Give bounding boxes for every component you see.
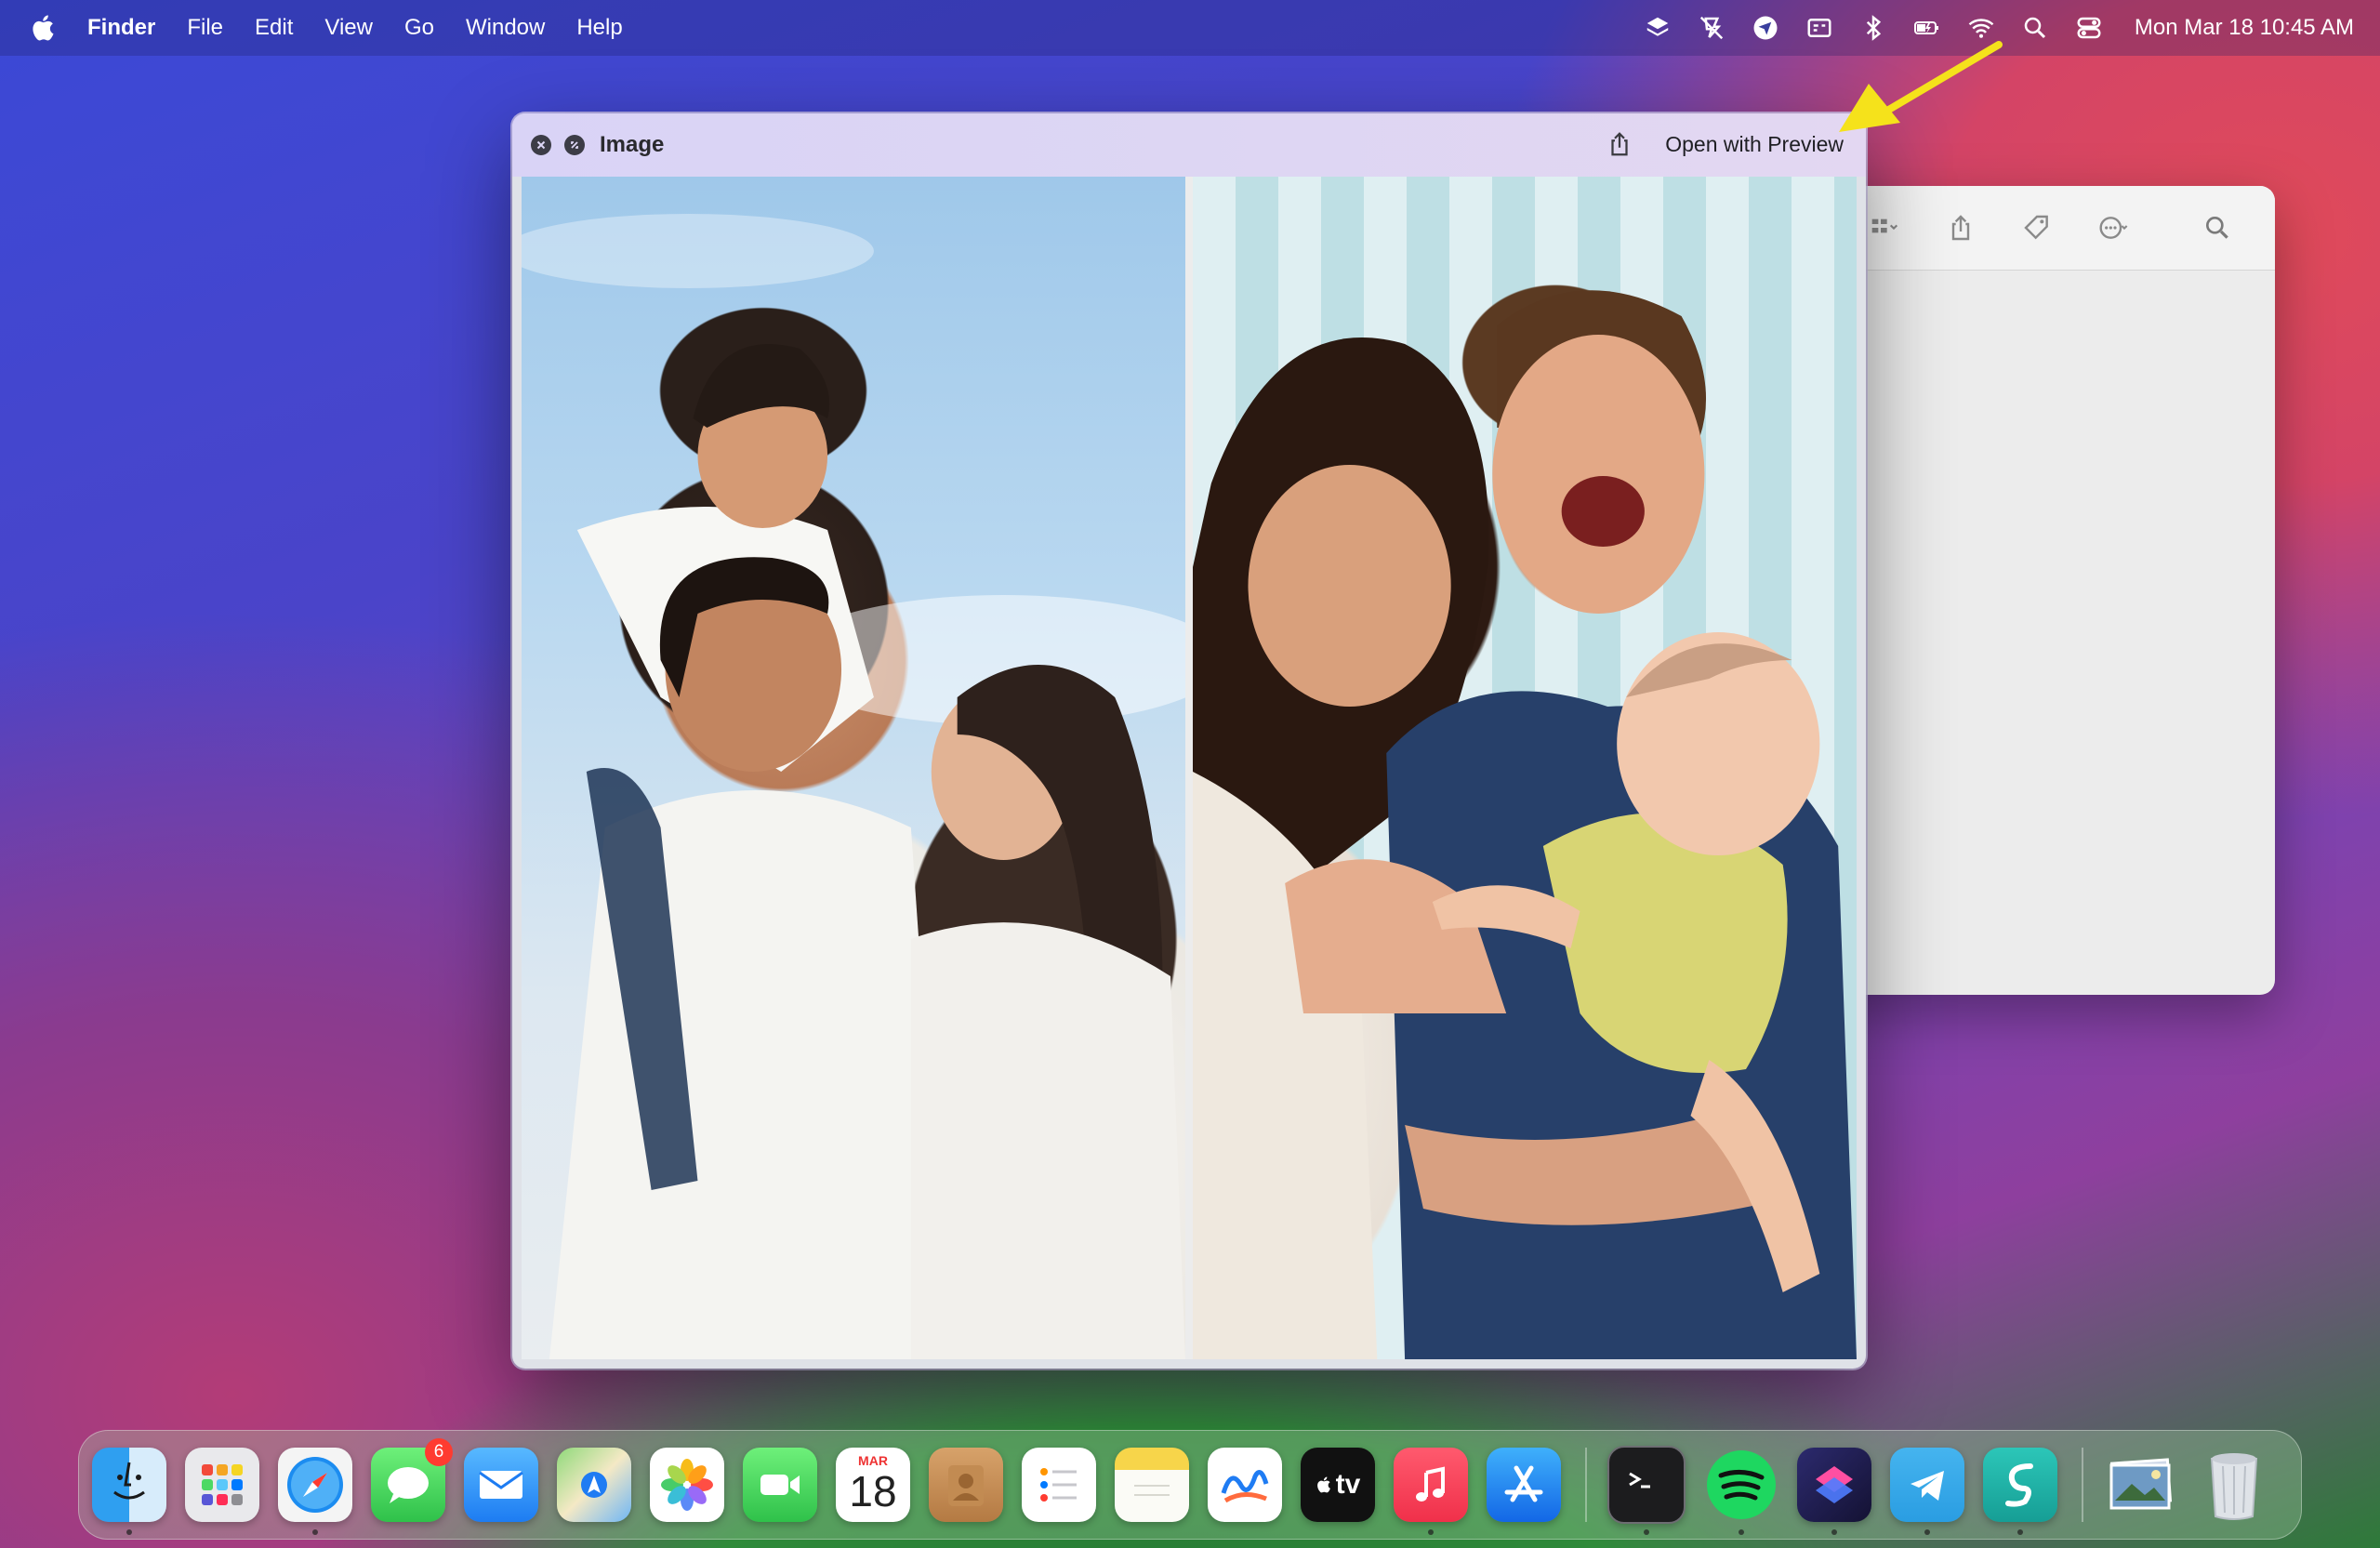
menu-go[interactable]: Go [404, 15, 434, 41]
photos-icon [661, 1459, 713, 1511]
dock-contacts[interactable] [929, 1448, 1003, 1522]
reminders-icon [1040, 1468, 1077, 1502]
dock-trash[interactable] [2197, 1448, 2271, 1522]
contacts-icon [948, 1465, 984, 1506]
grid-view-icon[interactable] [1869, 212, 1900, 244]
dock: 6 MAR 18 tv [78, 1430, 2302, 1540]
calendar-day: 18 [849, 1467, 897, 1515]
facetime-icon [760, 1475, 800, 1495]
dock-freeform[interactable] [1208, 1448, 1282, 1522]
dock-spotify[interactable] [1704, 1448, 1778, 1535]
menu-bar: Finder File Edit View Go Window Help Mon… [0, 0, 2380, 56]
freeform-icon [1221, 1470, 1269, 1503]
quick-look-titlebar: Image Open with Preview [512, 113, 1866, 177]
dock-messages[interactable]: 6 [371, 1438, 453, 1522]
surfshark-icon [2005, 1463, 2033, 1507]
image-stack-icon [2109, 1458, 2173, 1510]
apple-menu-icon[interactable] [30, 13, 60, 43]
safari-icon [287, 1457, 343, 1513]
running-indicator [2017, 1529, 2023, 1535]
shortcuts-icon [1816, 1466, 1853, 1503]
disabled-app-icon[interactable] [1696, 12, 1727, 44]
menu-help[interactable]: Help [576, 15, 622, 41]
running-indicator [1739, 1529, 1744, 1535]
full-screen-button[interactable] [564, 135, 585, 155]
open-with-preview-button[interactable]: Open with Preview [1661, 128, 1847, 161]
app-store-icon [1504, 1465, 1543, 1502]
menu-clock[interactable]: Mon Mar 18 10:45 AM [2135, 15, 2354, 41]
family-photo-left [522, 177, 1185, 1359]
menu-window[interactable]: Window [466, 15, 545, 41]
menu-file[interactable]: File [187, 15, 223, 41]
trash-icon [2210, 1453, 2258, 1520]
running-indicator [312, 1529, 318, 1535]
dock-shortcuts[interactable] [1797, 1448, 1871, 1535]
launchpad-icon [202, 1464, 243, 1505]
dock-separator [1585, 1448, 1587, 1522]
close-icon [536, 140, 546, 150]
music-icon [1416, 1466, 1445, 1502]
dock-surfshark[interactable] [1983, 1448, 2057, 1535]
menu-app-name[interactable]: Finder [87, 15, 155, 41]
menu-view[interactable]: View [324, 15, 373, 41]
dock-maps[interactable] [557, 1448, 631, 1522]
control-center-icon[interactable] [2073, 12, 2105, 44]
dock-telegram[interactable] [1890, 1448, 1964, 1535]
close-button[interactable] [531, 135, 551, 155]
dock-safari[interactable] [278, 1448, 352, 1535]
layers-icon[interactable] [1642, 12, 1673, 44]
dock-photos[interactable] [650, 1448, 724, 1522]
notes-icon [1134, 1485, 1170, 1496]
dock-finder[interactable] [92, 1448, 166, 1535]
share-icon[interactable] [1606, 130, 1633, 158]
quick-look-window[interactable]: Image Open with Preview [512, 113, 1866, 1369]
spotify-icon [1707, 1450, 1776, 1519]
dock-separator [2082, 1448, 2083, 1522]
menu-edit[interactable]: Edit [255, 15, 293, 41]
telegram-icon [1911, 1471, 1944, 1501]
running-indicator [1428, 1529, 1434, 1535]
dock-notes[interactable] [1115, 1448, 1189, 1522]
tag-icon[interactable] [2021, 212, 2053, 244]
running-indicator [1924, 1529, 1930, 1535]
more-actions-icon[interactable] [2097, 212, 2129, 244]
location-icon[interactable] [1750, 12, 1781, 44]
dock-app-store[interactable] [1487, 1448, 1561, 1522]
maps-icon [581, 1472, 607, 1498]
annotation-arrow-icon [1839, 41, 2003, 132]
messages-badge: 6 [425, 1438, 453, 1466]
finder-icon [113, 1462, 145, 1500]
dock-reminders[interactable] [1022, 1448, 1096, 1522]
dock-terminal[interactable] [1607, 1446, 1686, 1535]
dock-image-stack[interactable] [2104, 1448, 2178, 1522]
dock-tv[interactable]: tv [1301, 1448, 1375, 1522]
family-photo-right [1193, 177, 1857, 1359]
dock-music[interactable] [1394, 1448, 1468, 1535]
running-indicator [1644, 1529, 1649, 1535]
finder-search-icon[interactable] [2202, 212, 2233, 244]
running-indicator [1831, 1529, 1837, 1535]
running-indicator [126, 1529, 132, 1535]
dock-launchpad[interactable] [185, 1448, 259, 1522]
quick-look-title: Image [600, 132, 665, 157]
tv-label: tv [1335, 1469, 1361, 1500]
terminal-icon [1629, 1472, 1650, 1488]
tv-icon [1316, 1476, 1330, 1493]
dock-facetime[interactable] [743, 1448, 817, 1522]
messages-icon [388, 1467, 429, 1503]
mail-icon [479, 1471, 523, 1499]
share-icon[interactable] [1945, 212, 1977, 244]
dock-mail[interactable] [464, 1448, 538, 1522]
image-preview [522, 177, 1857, 1359]
dock-calendar[interactable]: MAR 18 [836, 1448, 910, 1522]
search-icon[interactable] [2019, 12, 2051, 44]
expand-icon [571, 141, 578, 149]
